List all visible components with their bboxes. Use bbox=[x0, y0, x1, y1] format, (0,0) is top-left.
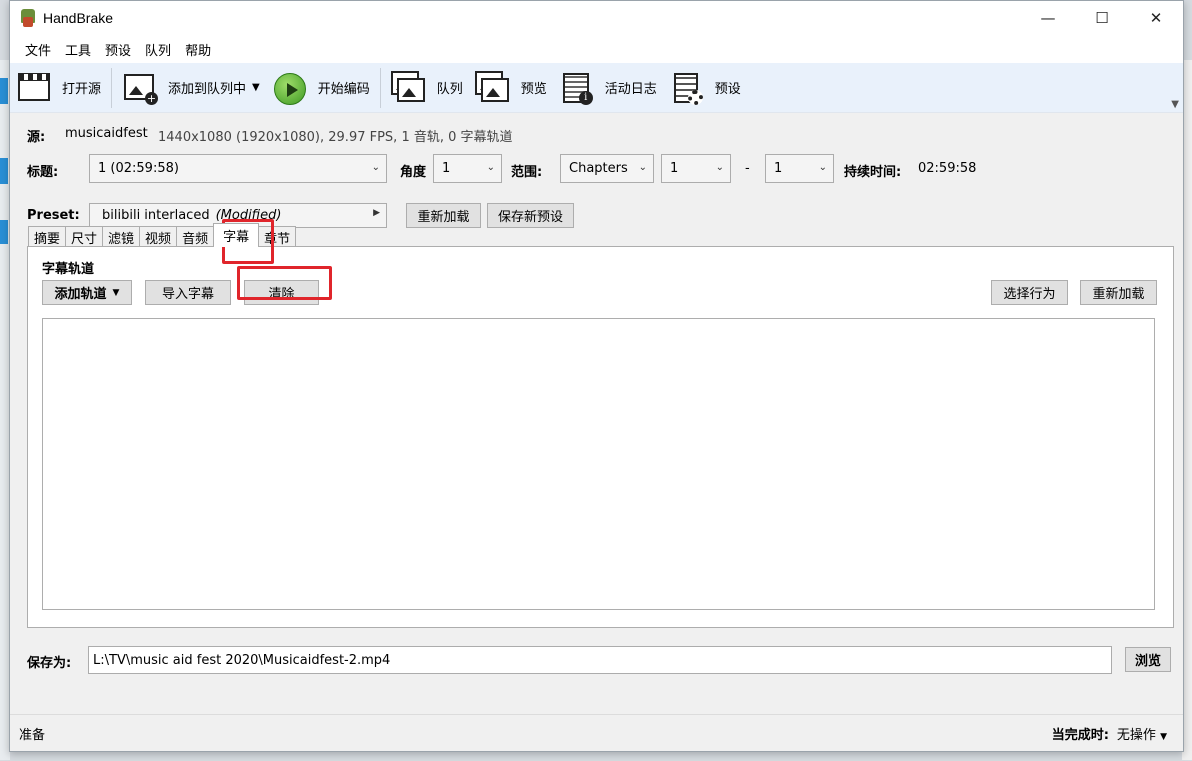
tab-summary[interactable]: 摘要 bbox=[28, 226, 67, 247]
activity-log-button[interactable]: i 活动日志 bbox=[553, 66, 663, 110]
handbrake-app-icon bbox=[19, 9, 37, 27]
save-new-preset-button[interactable]: 保存新预设 bbox=[487, 203, 574, 228]
tab-dimensions[interactable]: 尺寸 bbox=[65, 226, 104, 247]
reload-subtitles-button[interactable]: 重新加载 bbox=[1080, 280, 1157, 305]
main-content: 源: musicaidfest 1440x1080 (1920x1080), 2… bbox=[10, 113, 1183, 678]
browse-button[interactable]: 浏览 bbox=[1125, 647, 1171, 672]
angle-select[interactable]: 1 ⌄ bbox=[433, 154, 502, 183]
status-text: 准备 bbox=[19, 727, 46, 743]
tab-audio[interactable]: 音频 bbox=[176, 226, 215, 247]
queue-label: 队列 bbox=[436, 82, 463, 97]
play-icon bbox=[272, 71, 308, 105]
preset-label: Preset: bbox=[27, 208, 80, 223]
menu-queue[interactable]: 队列 bbox=[138, 40, 178, 59]
queue-button[interactable]: 队列 bbox=[385, 66, 469, 110]
tab-video[interactable]: 视频 bbox=[139, 226, 178, 247]
preset-name: bilibili interlaced bbox=[102, 208, 210, 223]
add-track-label: 添加轨道 bbox=[54, 287, 107, 302]
add-track-button[interactable]: 添加轨道 ▼ bbox=[42, 280, 132, 305]
caret-down-icon[interactable]: ▼ bbox=[252, 82, 260, 93]
source-info: 1440x1080 (1920x1080), 29.97 FPS, 1 音轨, … bbox=[158, 130, 513, 145]
title-bar: HandBrake — ☐ ✕ bbox=[10, 1, 1183, 35]
presets-button[interactable]: 预设 bbox=[663, 66, 747, 110]
minimize-button[interactable]: — bbox=[1021, 1, 1075, 35]
angle-select-value: 1 bbox=[442, 161, 451, 176]
preview-pictures-icon bbox=[474, 70, 511, 105]
chevron-down-icon: ⌄ bbox=[638, 162, 647, 173]
window-title: HandBrake bbox=[43, 10, 114, 26]
save-as-bar: 保存为: L:\TV\music aid fest 2020\Musicaidf… bbox=[10, 643, 1183, 674]
add-picture-icon: + bbox=[122, 71, 159, 105]
handbrake-window: HandBrake — ☐ ✕ 文件 工具 预设 队列 帮助 打开源 + 添加到… bbox=[9, 0, 1184, 752]
duration-label: 持续时间: bbox=[844, 165, 902, 180]
subtitles-panel: 字幕轨道 添加轨道 ▼ 导入字幕 清除 选择行为 重新加载 bbox=[27, 246, 1174, 628]
chevron-down-icon: ⌄ bbox=[818, 162, 827, 173]
tab-filters[interactable]: 滤镜 bbox=[102, 226, 141, 247]
queue-pictures-icon bbox=[390, 70, 427, 105]
maximize-button[interactable]: ☐ bbox=[1075, 1, 1129, 35]
triangle-right-icon: ▶ bbox=[373, 208, 380, 218]
angle-label: 角度 bbox=[400, 165, 427, 180]
reload-preset-button[interactable]: 重新加载 bbox=[406, 203, 481, 228]
source-label: 源: bbox=[27, 130, 46, 145]
menu-presets[interactable]: 预设 bbox=[98, 40, 138, 59]
range-end-value: 1 bbox=[774, 161, 783, 176]
clapperboard-icon bbox=[16, 71, 52, 105]
open-source-label: 打开源 bbox=[62, 82, 102, 97]
close-button[interactable]: ✕ bbox=[1129, 1, 1183, 35]
title-select-value: 1 (02:59:58) bbox=[98, 161, 179, 176]
range-type-value: Chapters bbox=[569, 161, 628, 176]
preview-button[interactable]: 预览 bbox=[469, 66, 553, 110]
tab-bar: 摘要 尺寸 滤镜 视频 音频 字幕 章节 bbox=[28, 223, 297, 247]
caret-down-icon: ▼ bbox=[1160, 731, 1167, 742]
range-dash: - bbox=[745, 161, 750, 176]
subtitle-tracks-title: 字幕轨道 bbox=[42, 262, 95, 277]
toolbar: 打开源 + 添加到队列中 ▼ 开始编码 队列 预览 i 活动日志 预设 ▼ bbox=[10, 63, 1183, 113]
title-select[interactable]: 1 (02:59:58) ⌄ bbox=[89, 154, 387, 183]
range-start-select[interactable]: 1 ⌄ bbox=[661, 154, 731, 183]
presets-label: 预设 bbox=[714, 82, 741, 97]
when-done-select[interactable]: 无操作 ▼ bbox=[1117, 724, 1167, 743]
menu-help[interactable]: 帮助 bbox=[178, 40, 218, 59]
clear-button-highlight bbox=[237, 266, 332, 300]
chevron-down-icon: ⌄ bbox=[371, 162, 380, 173]
tab-subtitles[interactable]: 字幕 bbox=[213, 223, 260, 247]
range-end-select[interactable]: 1 ⌄ bbox=[765, 154, 834, 183]
toolbar-overflow-icon[interactable]: ▼ bbox=[1171, 99, 1179, 110]
menu-file[interactable]: 文件 bbox=[18, 40, 58, 59]
caret-down-icon: ▼ bbox=[112, 287, 120, 298]
start-encode-label: 开始编码 bbox=[317, 82, 370, 97]
import-subtitles-button[interactable]: 导入字幕 bbox=[145, 280, 231, 305]
toolbar-separator bbox=[111, 67, 113, 108]
duration-value: 02:59:58 bbox=[918, 161, 977, 176]
add-to-queue-button[interactable]: + 添加到队列中 ▼ bbox=[116, 66, 266, 110]
when-done-value: 无操作 bbox=[1116, 727, 1156, 743]
save-as-label: 保存为: bbox=[27, 656, 72, 671]
range-start-value: 1 bbox=[670, 161, 679, 176]
subtitle-track-list[interactable] bbox=[42, 318, 1155, 610]
presets-gear-icon bbox=[669, 71, 705, 105]
activity-log-label: 活动日志 bbox=[604, 82, 657, 97]
open-source-button[interactable]: 打开源 bbox=[10, 66, 107, 110]
title-label: 标题: bbox=[27, 165, 59, 180]
chevron-down-icon: ⌄ bbox=[486, 162, 495, 173]
add-to-queue-label: 添加到队列中 bbox=[168, 82, 247, 97]
range-label: 范围: bbox=[511, 165, 543, 180]
source-name: musicaidfest bbox=[65, 126, 148, 141]
menu-bar: 文件 工具 预设 队列 帮助 bbox=[10, 35, 1183, 63]
menu-tools[interactable]: 工具 bbox=[58, 40, 98, 59]
start-encode-button[interactable]: 开始编码 bbox=[266, 66, 376, 110]
when-done-label: 当完成时: bbox=[1051, 727, 1109, 743]
toolbar-separator bbox=[379, 67, 381, 108]
status-bar: 准备 当完成时: 无操作 ▼ bbox=[10, 714, 1183, 751]
activity-log-icon: i bbox=[559, 71, 595, 105]
choose-behavior-button[interactable]: 选择行为 bbox=[991, 280, 1068, 305]
chevron-down-icon: ⌄ bbox=[715, 162, 724, 173]
range-type-select[interactable]: Chapters ⌄ bbox=[560, 154, 654, 183]
preview-label: 预览 bbox=[520, 82, 547, 97]
save-path-input[interactable]: L:\TV\music aid fest 2020\Musicaidfest-2… bbox=[88, 646, 1112, 674]
